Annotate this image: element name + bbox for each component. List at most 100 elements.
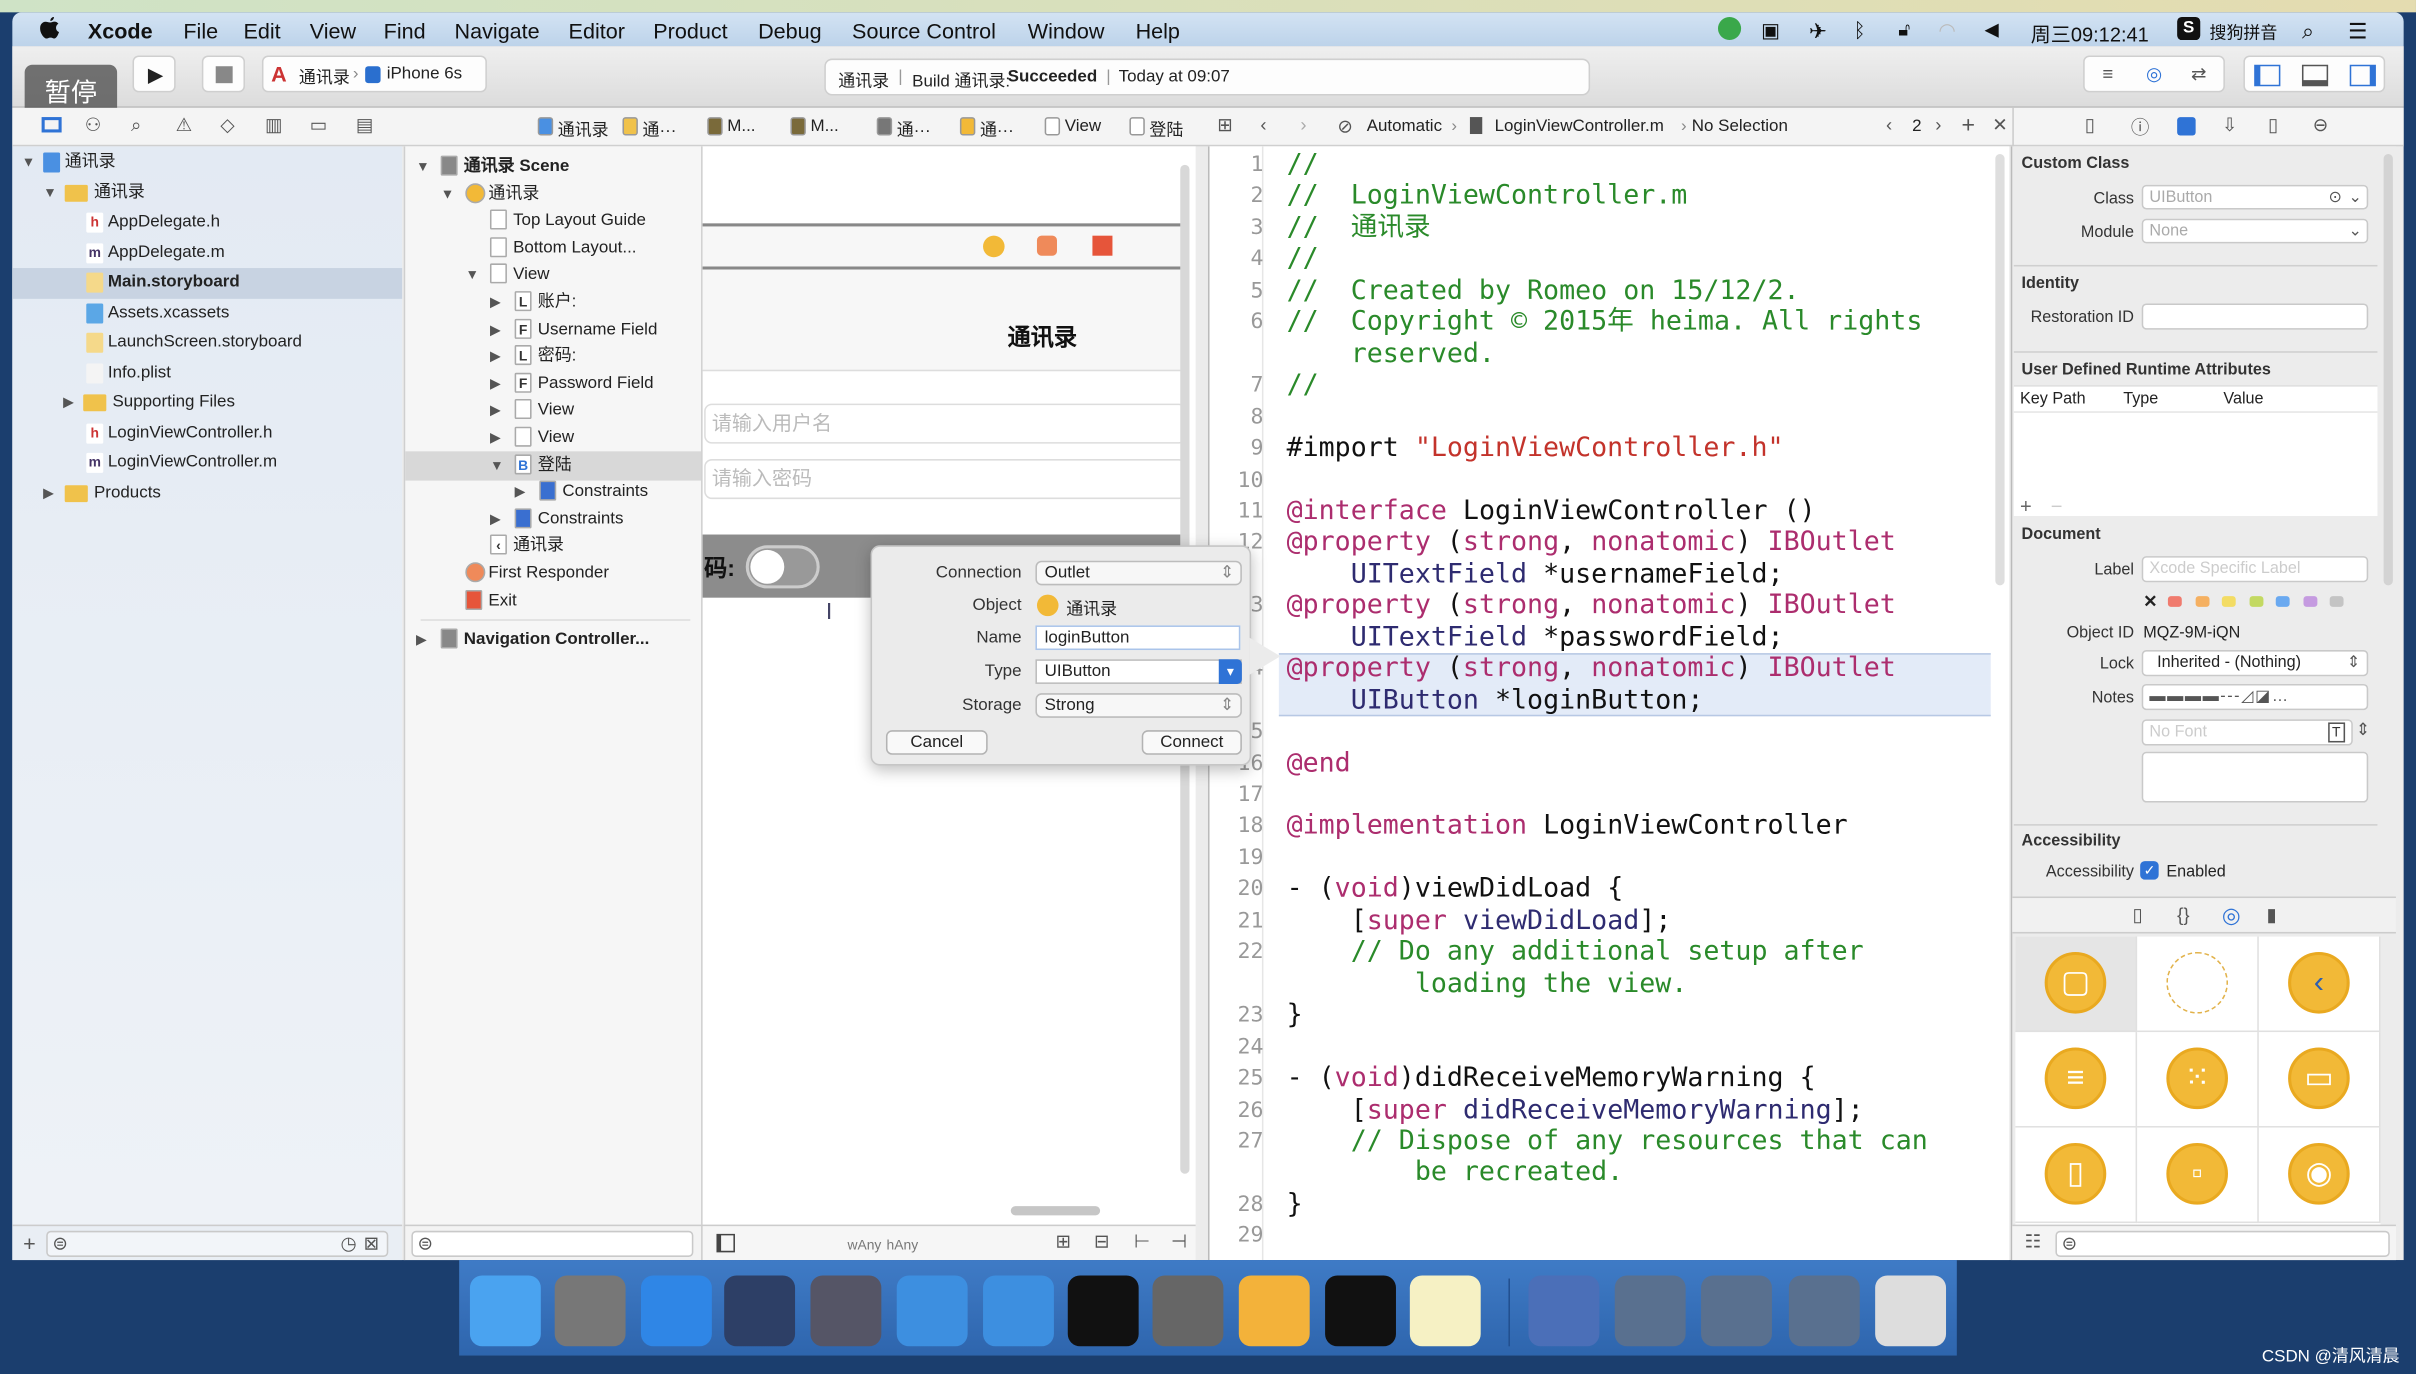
code-line[interactable]: UIButton *loginButton;: [1287, 685, 1704, 716]
code-line[interactable]: reserved.: [1287, 338, 1495, 369]
size-class-control[interactable]: wAny hAny: [847, 1232, 918, 1254]
breadcrumb-item[interactable]: 通···: [643, 117, 677, 142]
scheme-selector[interactable]: A 通讯录 › iPhone 6s: [261, 55, 487, 93]
cancel-button[interactable]: Cancel: [885, 730, 988, 755]
username-field[interactable]: 请输入用户名: [704, 403, 1187, 444]
align-center-icon[interactable]: ▬: [2167, 687, 2185, 705]
code-line[interactable]: // Dispose of any resources that can: [1287, 1126, 1928, 1157]
exit-icon[interactable]: [1092, 235, 1113, 256]
outline-item[interactable]: ▶ View: [405, 396, 702, 424]
code-line[interactable]: [super viewDidLoad];: [1287, 905, 1672, 936]
outline-item[interactable]: ▶ Navigation Controller...: [405, 626, 702, 654]
bluetooth-icon[interactable]: ᛒ: [1854, 18, 1866, 41]
stop-button[interactable]: [201, 55, 245, 93]
menu-debug[interactable]: Debug: [758, 18, 822, 43]
code-line[interactable]: [super didReceiveMemoryWarning];: [1287, 1094, 1864, 1125]
debug-navigator-icon[interactable]: ▥: [265, 114, 282, 136]
runtime-attributes-table[interactable]: Key Path Type Value + −: [2013, 385, 2378, 518]
terminal-dock-icon[interactable]: [1067, 1275, 1139, 1347]
breadcrumb-item[interactable]: View: [1065, 117, 1101, 135]
code-line[interactable]: //: [1287, 370, 1319, 401]
file-inspector-icon[interactable]: ▯: [2085, 114, 2095, 136]
file-navigator-item[interactable]: ▼ 通讯录: [12, 179, 402, 208]
jump-automatic[interactable]: Automatic: [1367, 117, 1442, 135]
font-picker-icon[interactable]: T: [2327, 722, 2346, 743]
label-input[interactable]: Xcode Specific Label: [2141, 556, 2369, 583]
photo-booth-dock-icon[interactable]: [810, 1275, 882, 1347]
lock-icon[interactable]: 🔓︎: [1898, 18, 1910, 41]
find-navigator-icon[interactable]: ⌕: [131, 114, 141, 137]
symbol-navigator-icon[interactable]: ⚇: [85, 114, 102, 136]
navigator-filter-input[interactable]: ⊜ ◷ ⊠: [46, 1230, 389, 1257]
recording-icon[interactable]: [1717, 16, 1742, 41]
related-items-icon[interactable]: ⊞: [1217, 114, 1233, 136]
disclosure-open-icon[interactable]: ▼: [43, 179, 57, 208]
storage-select[interactable]: Strong ⇕: [1035, 693, 1242, 718]
notification-center-icon[interactable]: ☰: [2348, 18, 2367, 44]
first-responder-icon[interactable]: [1036, 235, 1057, 256]
breadcrumb-item[interactable]: 通···: [980, 117, 1014, 142]
disclosure-closed-icon[interactable]: ▶: [490, 396, 501, 424]
library-item-view-controller[interactable]: ▢: [2015, 936, 2138, 1033]
disclosure-closed-icon[interactable]: ▶: [490, 369, 501, 397]
column-type[interactable]: Type: [2123, 390, 2158, 408]
library-item-tab-bar-controller[interactable]: ▭: [2258, 1032, 2381, 1128]
jump-file[interactable]: LoginViewController.m: [1495, 117, 1664, 135]
volume-icon[interactable]: ◀: [1985, 18, 1999, 40]
forward-icon[interactable]: ›: [1300, 114, 1306, 136]
library-item-page-view-controller[interactable]: ▫: [2137, 1127, 2259, 1224]
label-color-swatch[interactable]: [2221, 596, 2236, 607]
outline-item[interactable]: ▼ View: [405, 261, 702, 289]
code-line[interactable]: //: [1287, 149, 1319, 180]
menu-editor[interactable]: Editor: [569, 18, 625, 43]
label-color-swatch[interactable]: [2329, 596, 2344, 607]
file-navigator-item[interactable]: ▼ 通讯录: [12, 148, 402, 177]
breadcrumb-item[interactable]: 登陆: [1149, 117, 1183, 142]
inspector-scrollbar[interactable]: [2383, 154, 2393, 586]
version-editor-icon[interactable]: ⇄: [2183, 63, 2214, 85]
recent-files-icon[interactable]: ◷: [341, 1232, 357, 1255]
sogou-icon[interactable]: S: [2177, 16, 2201, 41]
library-item-split-view-controller[interactable]: ▯: [2015, 1127, 2138, 1224]
code-line[interactable]: @property (strong, nonatomic) IBOutlet: [1287, 590, 1896, 621]
file-navigator-item[interactable]: ▶ Supporting Files: [12, 388, 402, 417]
outline-item[interactable]: ▶ L 密码:: [405, 342, 702, 370]
previous-counterpart-icon[interactable]: ‹: [1886, 114, 1892, 136]
outline-item[interactable]: ▶ L 账户:: [405, 288, 702, 316]
add-file-icon[interactable]: +: [23, 1231, 36, 1256]
spotlight-icon[interactable]: ⌕: [2302, 18, 2314, 44]
report-navigator-icon[interactable]: ▤: [356, 114, 373, 136]
chevron-down-icon[interactable]: ▾: [1218, 659, 1242, 684]
outline-item[interactable]: Bottom Layout...: [405, 234, 702, 262]
identity-inspector-icon[interactable]: [2177, 117, 2196, 136]
outline-filter-input[interactable]: ⊜: [411, 1230, 694, 1257]
disclosure-closed-icon[interactable]: ▶: [490, 424, 501, 452]
run-button[interactable]: ▶: [132, 55, 176, 93]
menu-view[interactable]: View: [310, 18, 356, 43]
debug-area-toggle-icon[interactable]: [2301, 64, 2329, 87]
outline-item[interactable]: ▶ View: [405, 424, 702, 452]
resolve-issues-icon[interactable]: ⊣: [1171, 1231, 1187, 1253]
apple-logo-icon[interactable]: [40, 16, 60, 40]
wifi-icon[interactable]: ◠: [1938, 18, 1955, 43]
menu-edit[interactable]: Edit: [243, 18, 280, 43]
menu-help[interactable]: Help: [1136, 18, 1180, 43]
code-line[interactable]: - (void)viewDidLoad {: [1287, 874, 1624, 905]
remove-attribute-icon[interactable]: −: [2051, 494, 2063, 517]
disclosure-closed-icon[interactable]: ▶: [490, 288, 501, 316]
test-navigator-icon[interactable]: ◇: [220, 114, 234, 136]
next-counterpart-icon[interactable]: ›: [1935, 114, 1941, 136]
assistant-editor-icon[interactable]: ◎: [2139, 63, 2170, 85]
finder-dock-icon[interactable]: [469, 1275, 541, 1347]
align-icon[interactable]: ⊟: [1094, 1231, 1110, 1253]
code-line[interactable]: // 通讯录: [1287, 212, 1431, 243]
background-color-icon[interactable]: ◪: [2255, 687, 2272, 705]
code-line[interactable]: @interface LoginViewController (): [1287, 496, 1816, 527]
outline-item[interactable]: ▶ Constraints: [405, 505, 702, 533]
menu-file[interactable]: File: [183, 18, 218, 43]
outline-item[interactable]: Top Layout Guide: [405, 207, 702, 235]
code-line[interactable]: // Do any additional setup after: [1287, 937, 1864, 968]
chevron-down-icon[interactable]: ⌄: [2348, 220, 2362, 243]
system-preferences-dock-icon[interactable]: [1152, 1275, 1224, 1347]
jump-selection[interactable]: No Selection: [1692, 117, 1788, 135]
